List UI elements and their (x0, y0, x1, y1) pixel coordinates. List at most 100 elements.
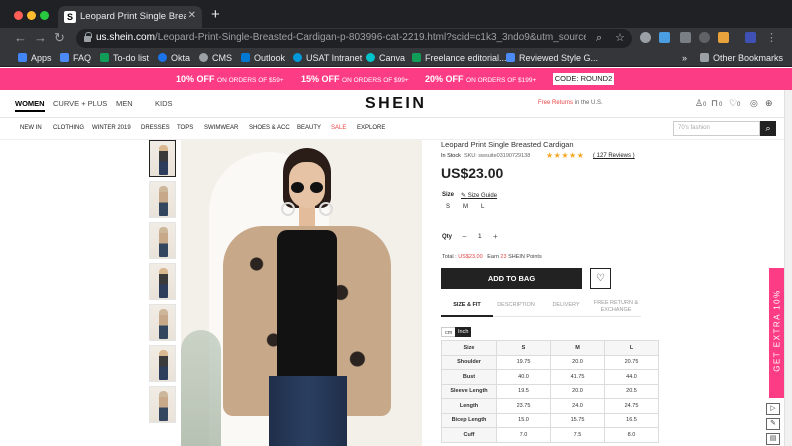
zoom-search-icon[interactable]: ⌕ (596, 31, 602, 45)
browser-menu-icon[interactable]: ⋮ (766, 30, 777, 46)
promo-tier-3: 20% OFF ON ORDERS OF $199+ (425, 74, 537, 84)
get-extra-label: GET EXTRA 10% (772, 289, 782, 372)
thumbnail-5[interactable] (149, 304, 176, 341)
cat-winter-2019[interactable]: WINTER 2019 (92, 125, 131, 131)
nav-women[interactable]: WOMEN (15, 99, 45, 112)
size-option-l[interactable]: L (481, 204, 484, 210)
play-icon[interactable]: ▷ (766, 403, 780, 415)
bookmark-star-icon[interactable]: ☆ (615, 31, 625, 45)
nav-men[interactable]: MEN (116, 99, 133, 108)
account-icon[interactable]: ♙ (695, 98, 703, 108)
reviews-link[interactable]: ( 127 Reviews ) (593, 153, 635, 159)
cat-beauty[interactable]: BEAUTY (297, 125, 321, 131)
main-product-image[interactable] (181, 140, 422, 446)
thumbnail-2[interactable] (149, 181, 176, 218)
thumbnail-7[interactable] (149, 386, 176, 423)
bookmark-apps[interactable]: Apps (18, 52, 52, 64)
bookmark-usat-intranet[interactable]: USAT Intranet (293, 52, 362, 64)
free-returns-notice[interactable]: Free Returns in the U.S. (538, 100, 603, 106)
cat-swimwear[interactable]: SWIMWEAR (204, 125, 238, 131)
bookmark-okta[interactable]: Okta (158, 52, 190, 64)
other-bookmarks[interactable]: Other Bookmarks (700, 52, 783, 64)
url-text[interactable]: us.shein.com/Leopard-Print-Single-Breast… (96, 32, 586, 43)
table-cell: 15.0 (496, 412, 551, 428)
close-window-button[interactable] (14, 11, 23, 20)
wishlist-heart-icon[interactable]: ♡ (729, 98, 737, 108)
nav-kids[interactable]: KIDS (155, 99, 173, 108)
bookmark-freelance-editorial[interactable]: Freelance editorial... (412, 52, 507, 64)
globe-icon[interactable]: ⊕ (765, 98, 773, 108)
cat-explore[interactable]: EXPLORE (357, 125, 385, 131)
thumbnail-3[interactable] (149, 222, 176, 259)
cat-tops[interactable]: TOPS (177, 125, 193, 131)
usat-icon (293, 53, 302, 62)
help-icon[interactable]: ◎ (750, 98, 758, 108)
get-extra-discount-tab[interactable]: GET EXTRA 10% (769, 268, 784, 398)
table-cell: 20.5 (604, 383, 659, 399)
bookmark-outlook[interactable]: Outlook (241, 52, 285, 64)
extension-diamond-icon[interactable] (659, 32, 670, 43)
bookmark-cms[interactable]: CMS (199, 52, 232, 64)
add-to-bag-button[interactable]: ADD TO BAG (441, 268, 582, 289)
nav-curve-plus[interactable]: CURVE + PLUS (53, 99, 107, 108)
bag-icon[interactable]: ⊓ (711, 98, 718, 108)
table-cell: 19.75 (496, 354, 551, 370)
table-cell: 15.75 (550, 412, 605, 428)
clipboard-icon[interactable]: ▤ (766, 433, 780, 445)
promo-banner[interactable]: 10% OFF ON ORDERS OF $59+ 15% OFF ON ORD… (0, 68, 792, 90)
forward-button[interactable]: → (34, 30, 47, 46)
size-guide-link[interactable]: ✎ Size Guide (461, 192, 497, 199)
cat-sale[interactable]: SALE (331, 125, 346, 131)
tab-size-fit[interactable]: SIZE & FIT (444, 302, 490, 309)
size-label: Size (442, 192, 455, 198)
page-scrollbar[interactable] (784, 90, 792, 446)
cat-new-in[interactable]: NEW IN (20, 125, 42, 131)
thumbnail-1[interactable] (149, 140, 176, 177)
table-header: L (604, 340, 659, 356)
promo-tier-1: 10% OFF ON ORDERS OF $59+ (176, 74, 284, 84)
bookmark-reviewed-style[interactable]: Reviewed Style G... (506, 52, 598, 64)
address-bar[interactable]: us.shein.com/Leopard-Print-Single-Breast… (76, 29, 632, 48)
more-bookmarks-chevron-icon[interactable]: » (682, 52, 687, 64)
cat-shoes-acc[interactable]: SHOES & ACC (249, 125, 290, 131)
tab-title: Leopard Print Single Breasted C (80, 11, 186, 22)
doc-icon (60, 53, 69, 62)
qty-increment-button[interactable]: + (493, 232, 498, 241)
thumbnail-4[interactable] (149, 263, 176, 300)
back-button[interactable]: ← (14, 30, 27, 46)
browser-tab-active[interactable]: S Leopard Print Single Breasted C ✕ (58, 6, 202, 28)
search-input[interactable]: 70's fashion (673, 121, 760, 136)
tab-free-return-exchange[interactable]: FREE RETURN & EXCHANGE (590, 300, 642, 314)
qty-decrement-button[interactable]: − (462, 232, 467, 241)
wishlist-count: 0 (737, 102, 741, 108)
tab-delivery[interactable]: DELIVERY (548, 302, 584, 309)
size-option-m[interactable]: M (463, 204, 468, 210)
table-cell: 40.0 (496, 369, 551, 385)
search-icon[interactable]: ⌕ (760, 121, 776, 136)
qty-value[interactable]: 1 (478, 233, 482, 240)
bookmark-todo[interactable]: To-do list (100, 52, 149, 64)
extension-orange-icon[interactable] (718, 32, 729, 43)
extension-grid-icon[interactable] (680, 32, 691, 43)
bookmark-canva[interactable]: Canva (366, 52, 405, 64)
table-header-row: Size S M L (441, 340, 659, 356)
reload-button[interactable]: ↻ (54, 30, 65, 46)
extension-blue-icon[interactable] (745, 32, 756, 43)
extension-circle-icon[interactable] (699, 32, 710, 43)
extension-check-icon[interactable] (640, 32, 651, 43)
ruler-icon: ✎ (461, 193, 467, 199)
bookmark-faq[interactable]: FAQ (60, 52, 91, 64)
new-tab-button[interactable]: + (211, 6, 220, 24)
cat-clothing[interactable]: CLOTHING (53, 125, 84, 131)
heart-icon[interactable]: ♡ (590, 268, 611, 289)
tab-description[interactable]: DESCRIPTION (494, 302, 538, 309)
tab-close-icon[interactable]: ✕ (188, 10, 196, 21)
cat-dresses[interactable]: DRESSES (141, 125, 170, 131)
size-option-s[interactable]: S (446, 204, 450, 210)
maximize-window-button[interactable] (40, 11, 49, 20)
thumbnail-6[interactable] (149, 345, 176, 382)
minimize-window-button[interactable] (27, 11, 36, 20)
shein-logo[interactable]: SHEIN (365, 95, 426, 113)
unit-inch-toggle[interactable]: Inch (455, 327, 472, 337)
edit-icon[interactable]: ✎ (766, 418, 780, 430)
